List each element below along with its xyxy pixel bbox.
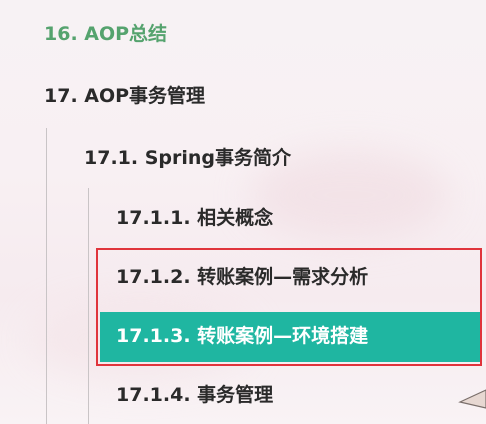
decorative-triangle-icon [458, 389, 486, 409]
toc-guide-line [88, 188, 89, 424]
toc-item-spring-transaction-intro[interactable]: 17.1. Spring事务简介 [84, 146, 291, 170]
toc-item-transaction-management[interactable]: 17.1.4. 事务管理 [116, 383, 273, 407]
toc-item-aop-summary[interactable]: 16. AOP总结 [44, 22, 167, 46]
toc-item-aop-transaction[interactable]: 17. AOP事务管理 [44, 84, 205, 108]
toc-item-related-concepts[interactable]: 17.1.1. 相关概念 [116, 206, 273, 230]
annotation-box [96, 248, 482, 366]
toc-guide-line [46, 128, 47, 424]
